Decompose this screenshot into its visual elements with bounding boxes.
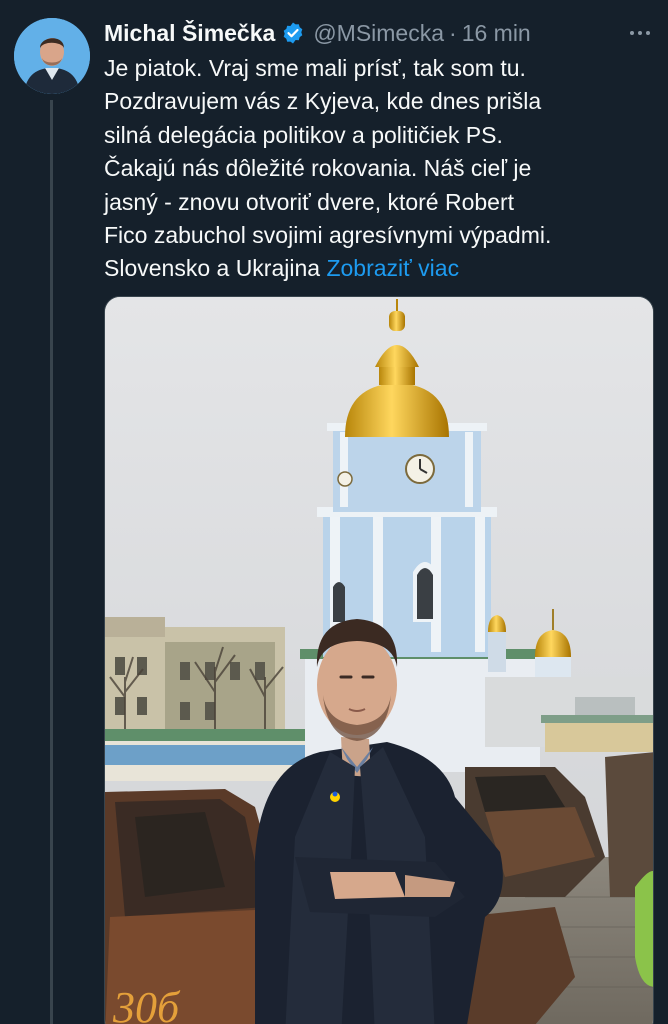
tweet-text-line: Fico zabuchol svojimi agresívnymi výpadm…: [104, 222, 552, 249]
verified-badge-icon: [281, 21, 305, 45]
tweet-photo[interactable]: 30б: [104, 296, 654, 1024]
tweet-header: Michal Šimečka @MSimecka · 16 min: [104, 14, 654, 52]
thread-line: [50, 100, 53, 1024]
author-display-name[interactable]: Michal Šimečka: [104, 20, 275, 47]
tweet-text-line: Čakajú nás dôležité rokovania. Náš cieľ …: [104, 155, 532, 182]
tweet-text-line: Pozdravujem vás z Kyjeva, kde dnes prišl…: [104, 88, 542, 115]
car-graffiti-text: 30б: [112, 983, 181, 1024]
tweet-text-line: silná delegácia politikov a političiek P…: [104, 121, 503, 148]
tweet-text-line: Je piatok. Vraj sme mali prísť, tak som …: [104, 55, 526, 81]
tweet-timestamp[interactable]: 16 min: [462, 20, 531, 47]
avatar-photo: [14, 18, 90, 94]
show-more-link[interactable]: Zobraziť viac: [326, 255, 459, 281]
separator-dot: ·: [449, 19, 457, 46]
more-horizontal-icon[interactable]: [626, 19, 654, 47]
tweet-text: Je piatok. Vraj sme mali prísť, tak som …: [104, 52, 654, 286]
tweet-text-line: Slovensko a Ukrajina: [104, 255, 327, 282]
photo-kyiv-monastery-man: 30б: [105, 297, 653, 1024]
tweet-text-last-line: Slovensko a Ukrajina Zobraziť viac: [104, 252, 654, 285]
tweet-text-line: jasný - znovu otvoriť dvere, ktoré Rober…: [104, 188, 515, 215]
author-avatar[interactable]: [14, 18, 90, 94]
author-handle[interactable]: @MSimecka: [313, 20, 444, 47]
